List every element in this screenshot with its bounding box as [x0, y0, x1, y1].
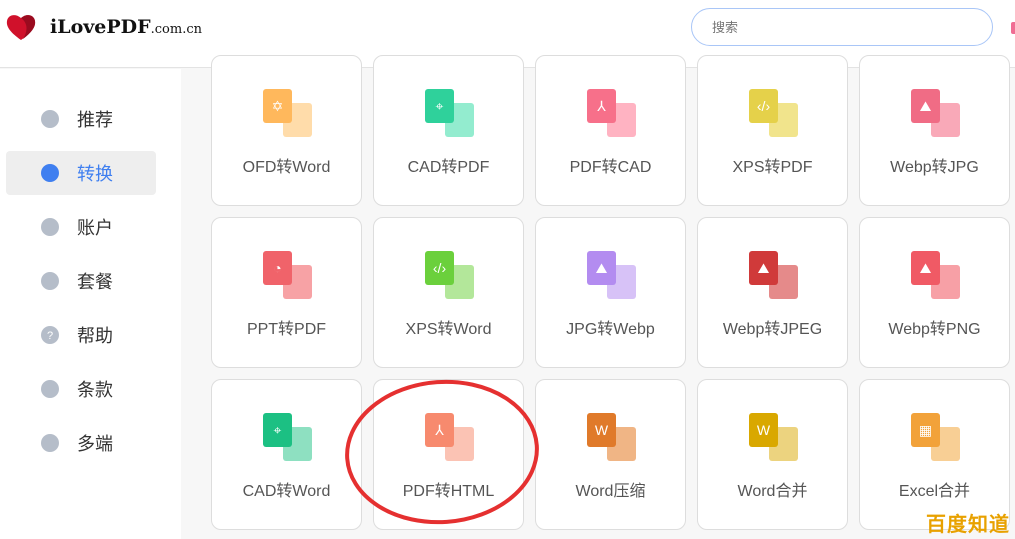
watermark: 百度知道: [926, 514, 1010, 536]
tool-icon: W: [587, 413, 637, 463]
tool-icon: W: [749, 413, 799, 463]
tool-label: CAD转PDF: [407, 159, 490, 176]
devices-icon: [41, 434, 59, 452]
tool-card[interactable]: ⅄ PDF转HTML: [373, 379, 524, 530]
tool-label: PPT转PDF: [246, 321, 327, 338]
tool-label: XPS转Word: [405, 321, 492, 338]
sidebar-item[interactable]: ? 帮助: [6, 313, 156, 357]
sidebar-item-label: 转换: [77, 164, 113, 184]
tool-icon: ⅄: [587, 89, 637, 139]
tool-icon: ⛰: [587, 251, 637, 301]
search-input[interactable]: [691, 8, 993, 46]
brand-name[interactable]: iLovePDF.com.cn: [50, 16, 202, 38]
card-icon: [41, 272, 59, 290]
sidebar-item-label: 帮助: [77, 326, 113, 346]
tool-card[interactable]: W Word压缩: [535, 379, 686, 530]
tool-label: Excel合并: [898, 483, 971, 500]
tool-icon: ‹/›: [425, 251, 475, 301]
tool-label: PDF转HTML: [402, 483, 495, 500]
convert-icon: [41, 164, 59, 182]
tool-label: Word压缩: [575, 483, 646, 500]
sidebar-item-label: 账户: [77, 218, 113, 238]
ilovepdf-logo-icon: [6, 15, 36, 40]
tool-icon: ✡: [263, 89, 313, 139]
tool-card[interactable]: ⌖ CAD转Word: [211, 379, 362, 530]
sidebar-item-label: 条款: [77, 380, 113, 400]
tool-label: XPS转PDF: [732, 159, 813, 176]
tool-label: Webp转JPEG: [722, 321, 823, 338]
user-icon: [41, 218, 59, 236]
tool-icon: ‹/›: [749, 89, 799, 139]
sidebar-item[interactable]: 账户: [6, 205, 156, 249]
app-icon[interactable]: [1011, 22, 1015, 34]
tool-card[interactable]: ‹/› XPS转Word: [373, 217, 524, 368]
brand-suffix: .com.cn: [150, 22, 202, 37]
tool-icon: ⌖: [425, 89, 475, 139]
sidebar-item[interactable]: 套餐: [6, 259, 156, 303]
terms-icon: [41, 380, 59, 398]
sidebar-item[interactable]: 条款: [6, 367, 156, 411]
tool-card[interactable]: ⛰ Webp转PNG: [859, 217, 1010, 368]
help-icon: ?: [41, 326, 59, 344]
tool-label: CAD转Word: [242, 483, 331, 500]
tool-label: JPG转Webp: [566, 321, 655, 338]
gift-icon: [41, 110, 59, 128]
tool-icon: ⛰: [749, 251, 799, 301]
sidebar-item[interactable]: 多端: [6, 421, 156, 465]
tool-card[interactable]: W Word合并: [697, 379, 848, 530]
tool-card[interactable]: ⌖ CAD转PDF: [373, 55, 524, 206]
tool-label: Webp转JPG: [890, 159, 979, 176]
tool-card[interactable]: ◔ PPT转PDF: [211, 217, 362, 368]
tool-card[interactable]: ⛰ JPG转Webp: [535, 217, 686, 368]
tool-card[interactable]: ⅄ PDF转CAD: [535, 55, 686, 206]
sidebar-item-label: 多端: [77, 434, 113, 454]
tool-card[interactable]: ⛰ Webp转JPG: [859, 55, 1010, 206]
svg-text:?: ?: [47, 330, 53, 342]
tool-icon: ◔: [263, 251, 313, 301]
sidebar-item-label: 推荐: [77, 110, 113, 130]
tool-icon: ▦: [911, 413, 961, 463]
sidebar-item-label: 套餐: [77, 272, 113, 292]
tool-card[interactable]: ⛰ Webp转JPEG: [697, 217, 848, 368]
tool-label: PDF转CAD: [569, 159, 652, 176]
sidebar-item[interactable]: 转换: [6, 151, 156, 195]
tool-card[interactable]: ‹/› XPS转PDF: [697, 55, 848, 206]
tool-icon: ⌖: [263, 413, 313, 463]
brand-text: iLovePDF: [50, 16, 151, 38]
tool-label: Word合并: [737, 483, 808, 500]
tool-icon: ⅄: [425, 413, 475, 463]
tool-icon: ⛰: [911, 89, 961, 139]
tool-card[interactable]: ✡ OFD转Word: [211, 55, 362, 206]
sidebar: 推荐 转换 账户 套餐? 帮助 条款 多端: [0, 69, 181, 539]
tool-icon: ⛰: [911, 251, 961, 301]
sidebar-item[interactable]: 推荐: [6, 97, 156, 141]
tool-label: OFD转Word: [242, 159, 331, 176]
tool-label: Webp转PNG: [888, 321, 981, 338]
